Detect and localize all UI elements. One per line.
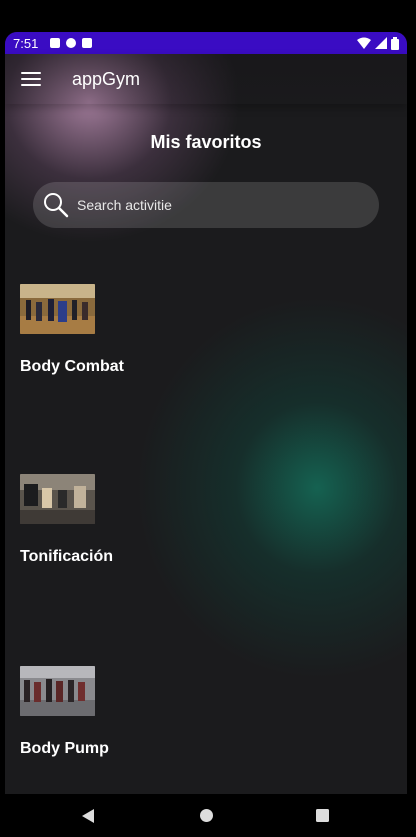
app-screen: 7:51 appGym Mis favoritos Search activit… [5, 32, 407, 794]
activity-card-body-pump[interactable]: Body Pump [20, 666, 220, 758]
activity-title: Tonificación [20, 548, 114, 565]
signal-icon [375, 37, 387, 49]
activity-card-body-combat[interactable]: Body Combat [20, 284, 220, 376]
activity-image [20, 284, 95, 334]
search-input[interactable] [75, 196, 359, 214]
wifi-icon [357, 37, 371, 49]
activity-card-tonificacion[interactable]: Tonificación [20, 474, 220, 566]
home-button-icon[interactable] [200, 809, 213, 822]
notification-p-icon [66, 38, 77, 48]
status-time: 7:51 [13, 35, 39, 51]
search-bar[interactable] [33, 182, 379, 228]
activity-title: Body Combat [20, 358, 124, 375]
sd-card-icon [82, 38, 93, 48]
activity-title: Body Pump [20, 740, 109, 757]
notification-a-icon [50, 38, 61, 48]
app-title: appGym [72, 68, 141, 89]
search-icon [44, 193, 69, 218]
system-nav-bar [0, 794, 416, 837]
page-title: Mis favoritos [150, 132, 262, 152]
back-button-icon[interactable] [82, 809, 96, 823]
recents-button-icon[interactable] [316, 809, 329, 822]
screen-top-area [0, 0, 416, 32]
activity-image [20, 666, 95, 716]
hamburger-menu-icon[interactable] [21, 72, 41, 86]
status-bar: 7:51 [5, 32, 407, 54]
activity-image [20, 474, 95, 524]
app-bar: appGym [5, 54, 407, 104]
battery-icon [391, 36, 399, 50]
